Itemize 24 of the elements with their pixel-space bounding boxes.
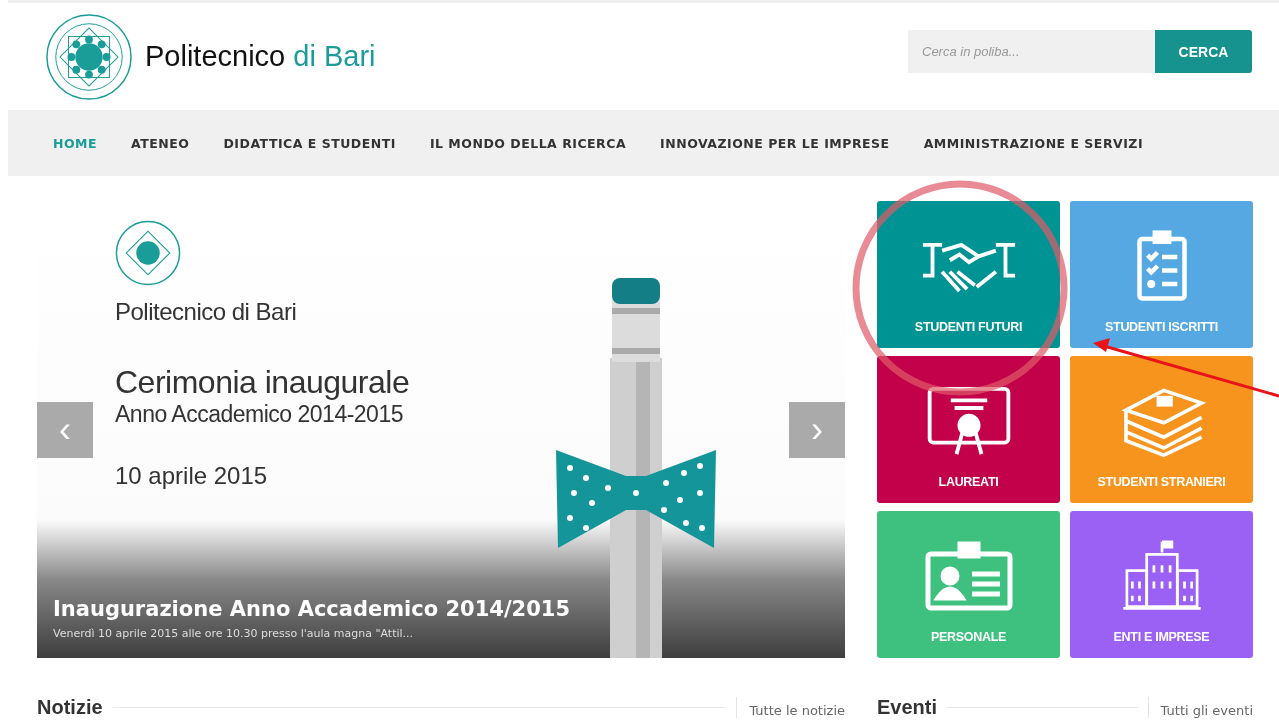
nav-link[interactable]: HOME: [53, 135, 98, 151]
section-heading: Eventi: [877, 696, 938, 719]
slide-caption-text: Venerdì 10 aprile 2015 alle ore 10.30 presso l'aula magna "Attil...: [53, 627, 415, 640]
nav-link[interactable]: IL MONDO DELLA RICERCA: [429, 135, 627, 151]
view-all-link[interactable]: Tutte le notizie: [736, 697, 845, 718]
nav-link[interactable]: DIDATTICA E STUDENTI: [223, 135, 396, 151]
site-title[interactable]: Politecnico di Bari: [145, 40, 376, 73]
quick-link-tile[interactable]: LAUREATI: [877, 356, 1060, 503]
search-field[interactable]: Cerca in poliba...: [908, 30, 1155, 73]
slide-subline: Anno Accademico 2014-2015: [115, 401, 404, 428]
quick-link-tile[interactable]: STUDENTI FUTURI: [877, 201, 1060, 348]
quick-link-tile[interactable]: ENTI E IMPRESE: [1070, 511, 1253, 658]
nav-link[interactable]: ATENEO: [131, 135, 190, 151]
slide-headline: Cerimonia inaugurale: [115, 364, 411, 401]
slide-caption-title[interactable]: Inaugurazione Anno Accademico 2014/2015: [53, 597, 571, 621]
university-seal-icon[interactable]: [45, 12, 133, 101]
nav-link[interactable]: AMMINISTRAZIONE E SERVIZI: [923, 135, 1144, 151]
slide-date: 10 aprile 2015: [115, 462, 269, 490]
view-all-link[interactable]: Tutti gli eventi: [1147, 697, 1253, 718]
section-heading: Notizie: [37, 696, 103, 719]
nav-link[interactable]: INNOVAZIONE PER LE IMPRESE: [660, 135, 890, 151]
search-button[interactable]: CERCA: [1155, 30, 1252, 73]
university-seal-icon: [115, 220, 181, 286]
slide-org-name: Politecnico di Bari: [115, 298, 298, 326]
